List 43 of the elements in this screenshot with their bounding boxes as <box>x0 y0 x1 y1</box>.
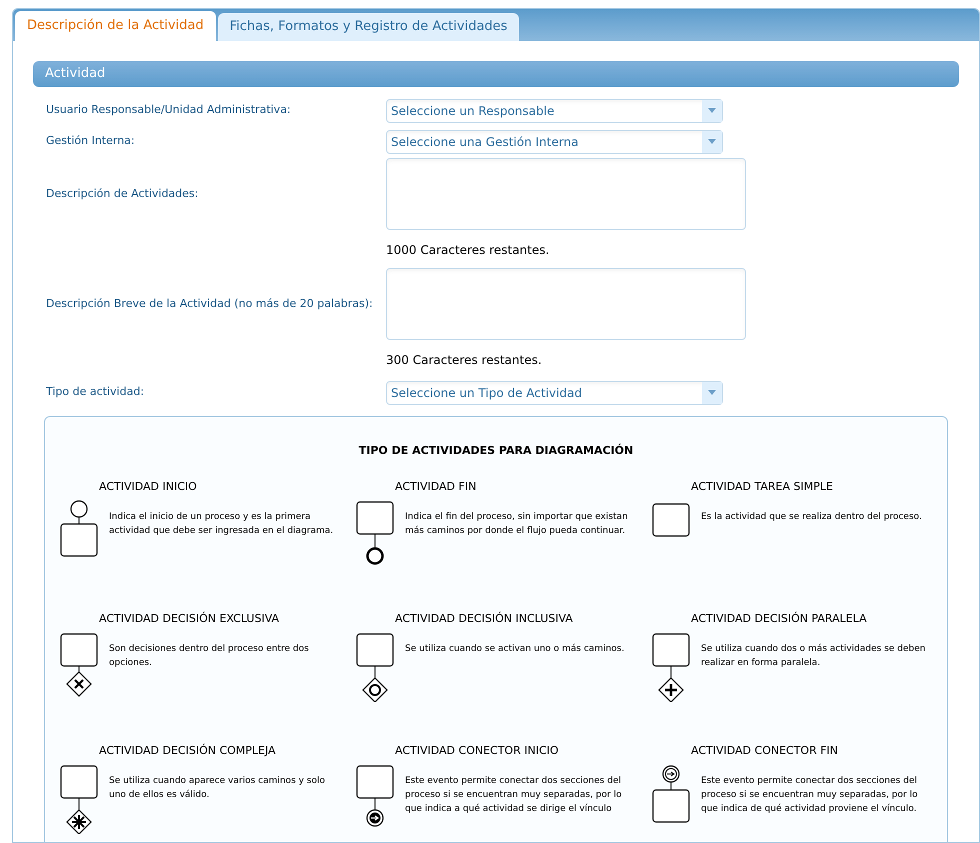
text-area[interactable] <box>386 268 746 340</box>
field-label: Gestión Interna: <box>46 133 136 150</box>
activity-type-description: Son decisiones dentro del proceso entre dos opciones. <box>109 642 310 670</box>
text-area[interactable] <box>386 158 746 230</box>
legend-title: TIPO DE ACTIVIDADES PARA DIAGRAMACIÓN <box>358 444 634 457</box>
complex-gateway-icon <box>59 764 99 834</box>
select-placeholder: Seleccione una Gestión Interna <box>390 134 580 150</box>
dropdown-arrow-icon <box>708 390 716 395</box>
activity-type-description: Indica el inicio de un proceso y es la primera actividad que debe ser ingresada en el diagrama. <box>109 510 334 538</box>
dropdown-arrow-icon <box>708 139 716 144</box>
tab[interactable]: Descripción de la Actividad <box>15 11 216 41</box>
activity-type-title: ACTIVIDAD FIN <box>394 479 478 495</box>
select-field[interactable]: Seleccione una Gestión Interna <box>386 130 723 154</box>
activity-type-title: ACTIVIDAD INICIO <box>98 479 198 495</box>
inclusive-gateway-icon <box>355 632 395 702</box>
field-label: Descripción de Actividades: <box>46 186 200 202</box>
tab[interactable]: Fichas, Formatos y Registro de Actividades <box>218 13 520 41</box>
activity-type-description: Se utiliza cuando se activan uno o más caminos. <box>405 642 624 656</box>
character-counter: 300 Caracteres restantes. <box>386 353 542 367</box>
activity-type-description: Es la actividad que se realiza dentro del proceso. <box>701 510 922 524</box>
activity-type-title: ACTIVIDAD DECISIÓN INCLUSIVA <box>394 611 574 627</box>
activity-type-title: ACTIVIDAD CONECTOR FIN <box>690 743 840 759</box>
activity-type-description: Este evento permite conectar dos secciones del proceso si se encuentran muy separadas, por lo que indica de qué actividad proviene el vínculo. <box>701 774 919 816</box>
activity-type-title: ACTIVIDAD TAREA SIMPLE <box>690 479 834 495</box>
select-field[interactable]: Seleccione un Tipo de Actividad <box>386 380 723 404</box>
dropdown-arrow-icon <box>708 108 716 113</box>
field-label: Tipo de actividad: <box>46 384 146 400</box>
select-placeholder: Seleccione un Responsable <box>390 102 556 120</box>
section-header: Actividad <box>33 61 959 87</box>
select-field[interactable]: Seleccione un Responsable <box>386 98 723 122</box>
character-counter: 1000 Caracteres restantes. <box>386 243 550 257</box>
select-placeholder: Seleccione un Tipo de Actividad <box>390 384 583 402</box>
activity-type-title: ACTIVIDAD DECISIÓN COMPLEJA <box>98 743 277 759</box>
activity-type-description: Indica el fin del proceso, sin importar que existan más caminos por donde el flujo pueda continuar. <box>405 510 629 538</box>
activity-type-description: Se utiliza cuando aparece varios caminos y solo uno de ellos es válido. <box>109 774 326 802</box>
parallel-gateway-icon <box>651 632 691 702</box>
activity-type-title: ACTIVIDAD CONECTOR INICIO <box>394 743 560 759</box>
activity-type-description: Este evento permite conectar dos secciones del proceso si se encuentran muy separadas, por lo que indica a qué actividad se dirige el vínculo <box>405 774 623 816</box>
field-label: Descripción Breve de la Actividad (no más de 20 palabras): <box>46 296 374 312</box>
activity-type-title: ACTIVIDAD DECISIÓN EXCLUSIVA <box>98 611 280 627</box>
activity-type-title: ACTIVIDAD DECISIÓN PARALELA <box>690 611 868 627</box>
activity-type-description: Se utiliza cuando dos o más actividades se deben realizar en forma paralela. <box>701 642 927 670</box>
field-label: Usuario Responsable/Unidad Administrativa: <box>46 102 292 118</box>
